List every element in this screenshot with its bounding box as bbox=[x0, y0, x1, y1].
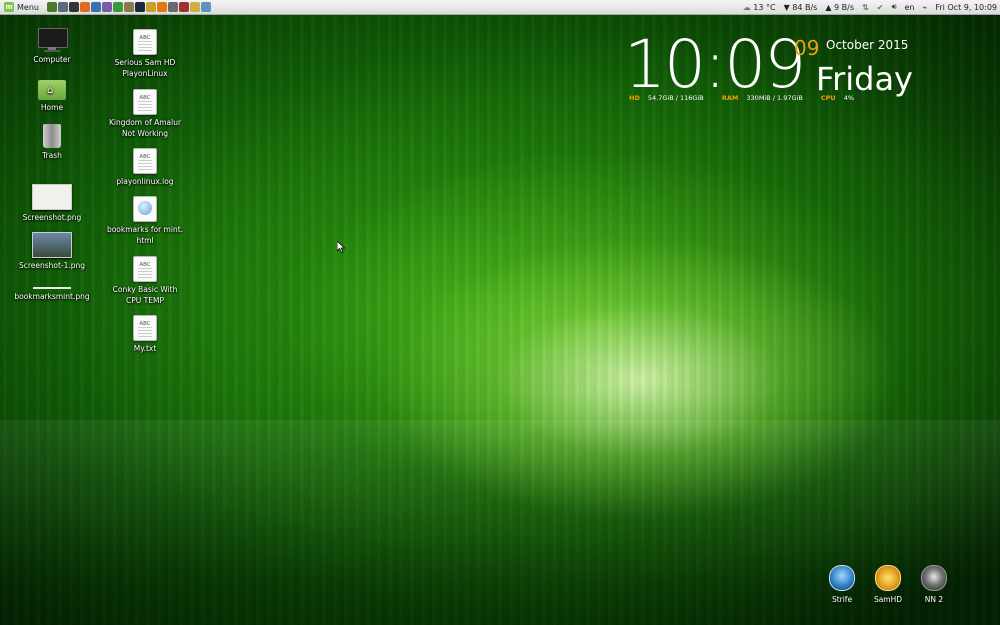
conky-day: 09 bbox=[794, 36, 820, 60]
desktop-icon-my-txt[interactable]: ABC My.txt bbox=[105, 315, 185, 354]
desktop-icon-label: bookmarksmint.png bbox=[14, 292, 90, 301]
ram-value: 330MiB / 1.97GiB bbox=[746, 94, 803, 102]
desktop-icon-bookmarksmint[interactable]: bookmarksmint.png bbox=[12, 287, 92, 302]
game-launcher-nn2[interactable]: NN 2 bbox=[914, 565, 954, 604]
net-upload[interactable]: ▲ 9 B/s bbox=[825, 3, 854, 12]
desktop-icon-label: Screenshot.png bbox=[22, 213, 82, 222]
game-label: SamHD bbox=[873, 595, 903, 604]
image-thumbnail-icon bbox=[32, 184, 72, 210]
cpu-value: 4% bbox=[843, 94, 855, 102]
desktop-icon-home[interactable]: ⌂ Home bbox=[12, 80, 92, 113]
conky-month-year: October 2015 bbox=[826, 38, 909, 52]
keyboard-layout[interactable]: en bbox=[904, 3, 914, 12]
game-icon[interactable] bbox=[178, 2, 189, 12]
desktop-icon-screenshot-1[interactable]: Screenshot-1.png bbox=[12, 232, 92, 271]
desktop-icon-label: My.txt bbox=[133, 344, 157, 353]
text-file-icon: ABC bbox=[133, 256, 157, 282]
game-label: NN 2 bbox=[924, 595, 944, 604]
menu-button[interactable]: m Menu bbox=[0, 0, 43, 14]
desktop-icon-bookmarks-html[interactable]: bookmarks for mint. html bbox=[105, 196, 185, 246]
doc-icon-text: ABC bbox=[139, 95, 151, 101]
desktop-icon-label: Kingdom of Amalur Not Working bbox=[108, 118, 182, 138]
upload-arrow-icon: ▲ bbox=[825, 2, 832, 12]
hd-label: HD bbox=[629, 94, 640, 102]
hd-value: 54.7GiB / 116GiB bbox=[647, 94, 704, 102]
linux-mint-logo-icon: m bbox=[4, 2, 14, 12]
desktop-icon-label: Serious Sam HD PlayonLinux bbox=[114, 58, 176, 78]
gimp-icon[interactable] bbox=[123, 2, 134, 12]
strife-icon bbox=[829, 565, 855, 591]
weather-temp: 13 °C bbox=[753, 2, 776, 12]
desktop-icon-label: playonlinux.log bbox=[116, 177, 174, 186]
conky-widget: 10:09 09 October 2015 Friday HD 54.7GiB … bbox=[624, 32, 924, 106]
editor-icon[interactable] bbox=[167, 2, 178, 12]
conky-weekday: Friday bbox=[816, 60, 913, 98]
download-arrow-icon: ▼ bbox=[783, 2, 790, 12]
image-thumbnail-icon bbox=[32, 232, 72, 258]
settings-icon[interactable] bbox=[200, 2, 211, 12]
terminal-icon[interactable] bbox=[68, 2, 79, 12]
text-file-icon: ABC bbox=[133, 315, 157, 341]
cpu-label: CPU bbox=[820, 94, 836, 102]
system-tray: ☁ 13 °C ▼ 84 B/s ▲ 9 B/s ⇅ ✔ 🔊︎ en ⌁ Fri… bbox=[743, 0, 997, 14]
desktop-icon-trash[interactable]: Trash bbox=[12, 124, 92, 161]
desktop-icon-playonlinux-log[interactable]: ABC playonlinux.log bbox=[105, 148, 185, 187]
desktop-icon-label: Trash bbox=[42, 151, 62, 160]
show-desktop-icon[interactable] bbox=[46, 2, 57, 12]
home-folder-icon: ⌂ bbox=[38, 80, 66, 100]
desktop-icon-serious-sam-note[interactable]: ABC Serious Sam HD PlayonLinux bbox=[105, 29, 185, 79]
desktop-icon-label: Conky Basic With CPU TEMP bbox=[112, 285, 178, 305]
conky-stats: HD 54.7GiB / 116GiB RAM 330MiB / 1.97GiB… bbox=[629, 94, 854, 102]
playonlinux-icon[interactable] bbox=[145, 2, 156, 12]
desktop-icon-label: Screenshot-1.png bbox=[18, 261, 86, 270]
weather-applet[interactable]: ☁ 13 °C bbox=[743, 3, 776, 12]
trash-icon bbox=[43, 124, 61, 148]
panel-clock[interactable]: Fri Oct 9, 10:09 bbox=[935, 3, 997, 12]
desktop-icon-computer[interactable]: Computer bbox=[12, 28, 92, 65]
desktop-icon-conky-note[interactable]: ABC Conky Basic With CPU TEMP bbox=[105, 256, 185, 306]
chrome-icon[interactable] bbox=[112, 2, 123, 12]
pidgin-icon[interactable] bbox=[101, 2, 112, 12]
update-shield-icon[interactable]: ✔ bbox=[877, 3, 884, 12]
doc-icon-text: ABC bbox=[139, 262, 151, 268]
text-file-icon: ABC bbox=[133, 29, 157, 55]
files-icon[interactable] bbox=[57, 2, 68, 12]
text-file-icon: ABC bbox=[133, 148, 157, 174]
ram-label: RAM bbox=[721, 94, 739, 102]
power-icon[interactable]: ⌁ bbox=[922, 3, 927, 12]
desktop-icon-label: Home bbox=[40, 103, 64, 112]
image-thumbnail-icon bbox=[33, 287, 71, 289]
net-download[interactable]: ▼ 84 B/s bbox=[784, 3, 818, 12]
menu-label: Menu bbox=[17, 2, 39, 12]
document-icon[interactable] bbox=[189, 2, 200, 12]
thunderbird-icon[interactable] bbox=[90, 2, 101, 12]
computer-icon bbox=[37, 28, 68, 52]
mouse-cursor-icon bbox=[337, 241, 345, 253]
quick-launch-bar bbox=[46, 2, 211, 12]
doc-icon-text: ABC bbox=[139, 154, 151, 160]
game-label: Strife bbox=[831, 595, 853, 604]
firefox-icon[interactable] bbox=[79, 2, 90, 12]
steam-icon[interactable] bbox=[134, 2, 145, 12]
desktop-icon-label: bookmarks for mint. html bbox=[106, 225, 184, 245]
desktop-icon-amalur-note[interactable]: ABC Kingdom of Amalur Not Working bbox=[105, 89, 185, 139]
text-file-icon: ABC bbox=[133, 89, 157, 115]
serious-sam-icon bbox=[875, 565, 901, 591]
desktop-icon-label: Computer bbox=[33, 55, 71, 64]
weather-icon: ☁ bbox=[742, 2, 751, 12]
nn2-skull-icon bbox=[921, 565, 947, 591]
game-launcher-strife[interactable]: Strife bbox=[822, 565, 862, 604]
top-panel: m Menu ☁ 13 °C ▼ 84 B/s ▲ 9 B/s ⇅ ✔ 🔊︎ e… bbox=[0, 0, 1000, 15]
network-icon[interactable]: ⇅ bbox=[862, 3, 869, 12]
vlc-icon[interactable] bbox=[156, 2, 167, 12]
conky-time: 10:09 bbox=[624, 26, 806, 103]
game-launcher-samhd[interactable]: SamHD bbox=[868, 565, 908, 604]
doc-icon-text: ABC bbox=[139, 35, 151, 41]
upload-rate: 9 B/s bbox=[834, 2, 855, 12]
desktop-icon-screenshot[interactable]: Screenshot.png bbox=[12, 184, 92, 223]
download-rate: 84 B/s bbox=[792, 2, 818, 12]
volume-icon[interactable]: 🔊︎ bbox=[891, 2, 896, 12]
doc-icon-text: ABC bbox=[139, 321, 151, 327]
html-file-icon bbox=[133, 196, 157, 222]
